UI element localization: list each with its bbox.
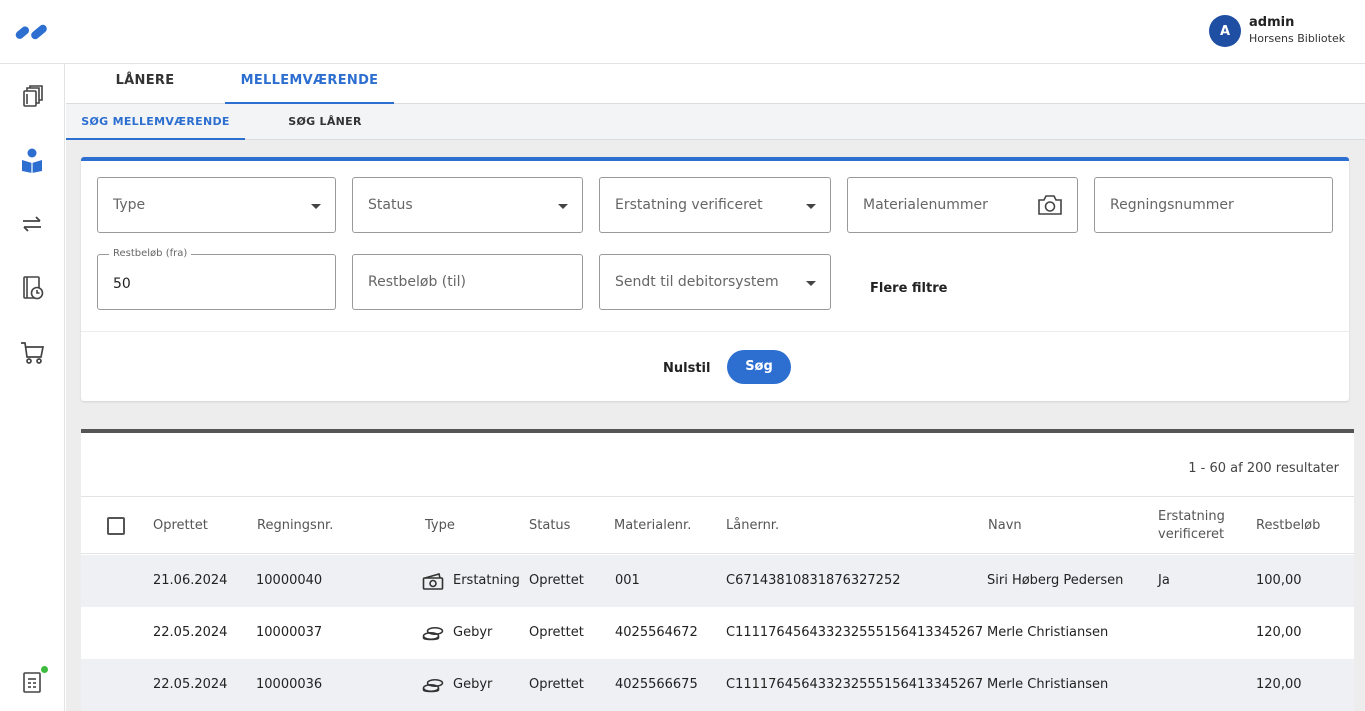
column-header-created[interactable]: Oprettet: [153, 497, 208, 555]
material-number-input[interactable]: Materialenummer: [847, 177, 1078, 233]
replacement-icon: [422, 573, 444, 590]
subtab-search-outstanding[interactable]: SØG MELLEMVÆRENDE: [66, 104, 245, 140]
user-name: admin: [1249, 15, 1295, 30]
main-tabs: LÅNERE MELLEMVÆRENDE: [66, 64, 1365, 104]
material-number-placeholder: Materialenummer: [863, 197, 988, 213]
type-placeholder: Type: [113, 197, 146, 213]
cell-material: 4025566675: [615, 677, 698, 692]
cell-created: 22.05.2024: [153, 625, 228, 640]
cell-type-label: Gebyr: [453, 677, 493, 692]
column-header-amount[interactable]: Restbeløb: [1256, 497, 1320, 555]
cell-borrower: C111176456433232555156413345267: [726, 677, 984, 692]
reset-button[interactable]: Nulstil: [663, 361, 710, 376]
amount-from-input[interactable]: Restbeløb (fra) 50: [97, 248, 336, 310]
cell-name: Merle Christiansen: [987, 677, 1109, 692]
cell-amount: 100,00: [1256, 573, 1302, 588]
cell-name: Siri Høberg Pedersen: [987, 573, 1124, 588]
status-select[interactable]: Status: [352, 177, 583, 233]
column-header-invoice[interactable]: Regningsnr.: [257, 497, 333, 555]
tab-outstanding[interactable]: MELLEMVÆRENDE: [225, 64, 394, 104]
status-placeholder: Status: [368, 197, 413, 213]
main-content: LÅNERE MELLEMVÆRENDE SØG MELLEMVÆRENDE S…: [66, 64, 1365, 711]
cell-material: 001: [615, 573, 640, 588]
notification-dot: [41, 666, 48, 673]
column-header-type[interactable]: Type: [425, 497, 455, 555]
cell-invoice: 10000040: [256, 573, 323, 588]
chevron-down-icon: [806, 204, 816, 209]
sub-tabs: SØG MELLEMVÆRENDE SØG LÅNER: [66, 104, 1365, 140]
cell-invoice: 10000037: [256, 625, 323, 640]
cell-created: 22.05.2024: [153, 677, 228, 692]
user-organization: Horsens Bibliotek: [1249, 32, 1346, 45]
cell-verified: Ja: [1158, 573, 1170, 588]
cell-type: Erstatning: [422, 555, 520, 607]
cell-borrower: C111176456433232555156413345267: [726, 625, 984, 640]
cell-amount: 120,00: [1256, 625, 1302, 640]
replacement-verified-placeholder: Erstatning verificeret: [615, 197, 763, 213]
filter-panel: Type Status Erstatning verificeret Mater…: [81, 157, 1349, 401]
cell-status: Oprettet: [529, 625, 584, 640]
app-logo[interactable]: [14, 22, 50, 42]
amount-to-input[interactable]: Restbeløb (til): [352, 254, 583, 310]
subtab-search-borrower[interactable]: SØG LÅNER: [245, 104, 405, 140]
cell-status: Oprettet: [529, 677, 584, 692]
table-row[interactable]: 22.05.2024 10000036 Gebyr Oprettet 40255…: [81, 659, 1354, 711]
column-header-name[interactable]: Navn: [988, 497, 1022, 555]
results-panel: 1 - 60 af 200 resultater Oprettet Regnin…: [81, 429, 1354, 711]
chevron-down-icon: [558, 204, 568, 209]
column-header-borrower[interactable]: Lånernr.: [726, 497, 779, 555]
user-menu[interactable]: A admin Horsens Bibliotek: [1209, 15, 1345, 47]
replacement-verified-select[interactable]: Erstatning verificeret: [599, 177, 831, 233]
table-row[interactable]: 21.06.2024 10000040 Erstatning Oprettet …: [81, 555, 1354, 607]
cell-type: Gebyr: [422, 659, 492, 711]
select-all-checkbox[interactable]: [107, 517, 125, 535]
left-navigation-rail: [0, 64, 65, 711]
amount-from-value: 50: [113, 276, 131, 292]
type-select[interactable]: Type: [97, 177, 336, 233]
table-row[interactable]: 22.05.2024 10000037 Gebyr Oprettet 40255…: [81, 607, 1354, 659]
divider: [81, 331, 1349, 332]
avatar[interactable]: A: [1209, 15, 1241, 47]
search-button[interactable]: Søg: [727, 350, 791, 384]
tab-borrowers[interactable]: LÅNERE: [90, 64, 200, 104]
cell-type: Gebyr: [422, 607, 492, 659]
cell-created: 21.06.2024: [153, 573, 228, 588]
transfer-arrows-icon[interactable]: [16, 208, 48, 240]
cell-type-label: Erstatning: [453, 573, 520, 588]
column-header-status[interactable]: Status: [529, 497, 570, 555]
cell-material: 4025564672: [615, 625, 698, 640]
column-header-verified[interactable]: Erstatning verificeret: [1158, 497, 1238, 555]
cell-amount: 120,00: [1256, 677, 1302, 692]
cell-status: Oprettet: [529, 573, 584, 588]
invoice-number-placeholder: Regningsnummer: [1110, 197, 1234, 213]
sent-to-debtor-placeholder: Sendt til debitorsystem: [615, 274, 779, 290]
column-header-material[interactable]: Materialenr.: [614, 497, 691, 555]
books-icon[interactable]: [16, 80, 48, 112]
chevron-down-icon: [311, 204, 321, 209]
more-filters-button[interactable]: Flere filtre: [870, 281, 947, 296]
cart-icon[interactable]: [16, 336, 48, 368]
book-clock-icon[interactable]: [16, 272, 48, 304]
results-count: 1 - 60 af 200 resultater: [1188, 461, 1339, 476]
table-header: Oprettet Regningsnr. Type Status Materia…: [81, 496, 1354, 554]
top-bar: A admin Horsens Bibliotek: [0, 0, 1365, 64]
cell-invoice: 10000036: [256, 677, 323, 692]
camera-icon[interactable]: [1037, 194, 1063, 216]
cell-type-label: Gebyr: [453, 625, 493, 640]
cell-borrower: C67143810831876327252: [726, 573, 901, 588]
sent-to-debtor-select[interactable]: Sendt til debitorsystem: [599, 254, 831, 310]
chevron-down-icon: [806, 281, 816, 286]
coins-icon: [422, 679, 444, 693]
invoice-number-input[interactable]: Regningsnummer: [1094, 177, 1333, 233]
report-icon[interactable]: [16, 666, 48, 698]
coins-icon: [422, 627, 444, 641]
reader-icon[interactable]: [16, 144, 48, 176]
cell-name: Merle Christiansen: [987, 625, 1109, 640]
amount-to-placeholder: Restbeløb (til): [368, 274, 466, 290]
